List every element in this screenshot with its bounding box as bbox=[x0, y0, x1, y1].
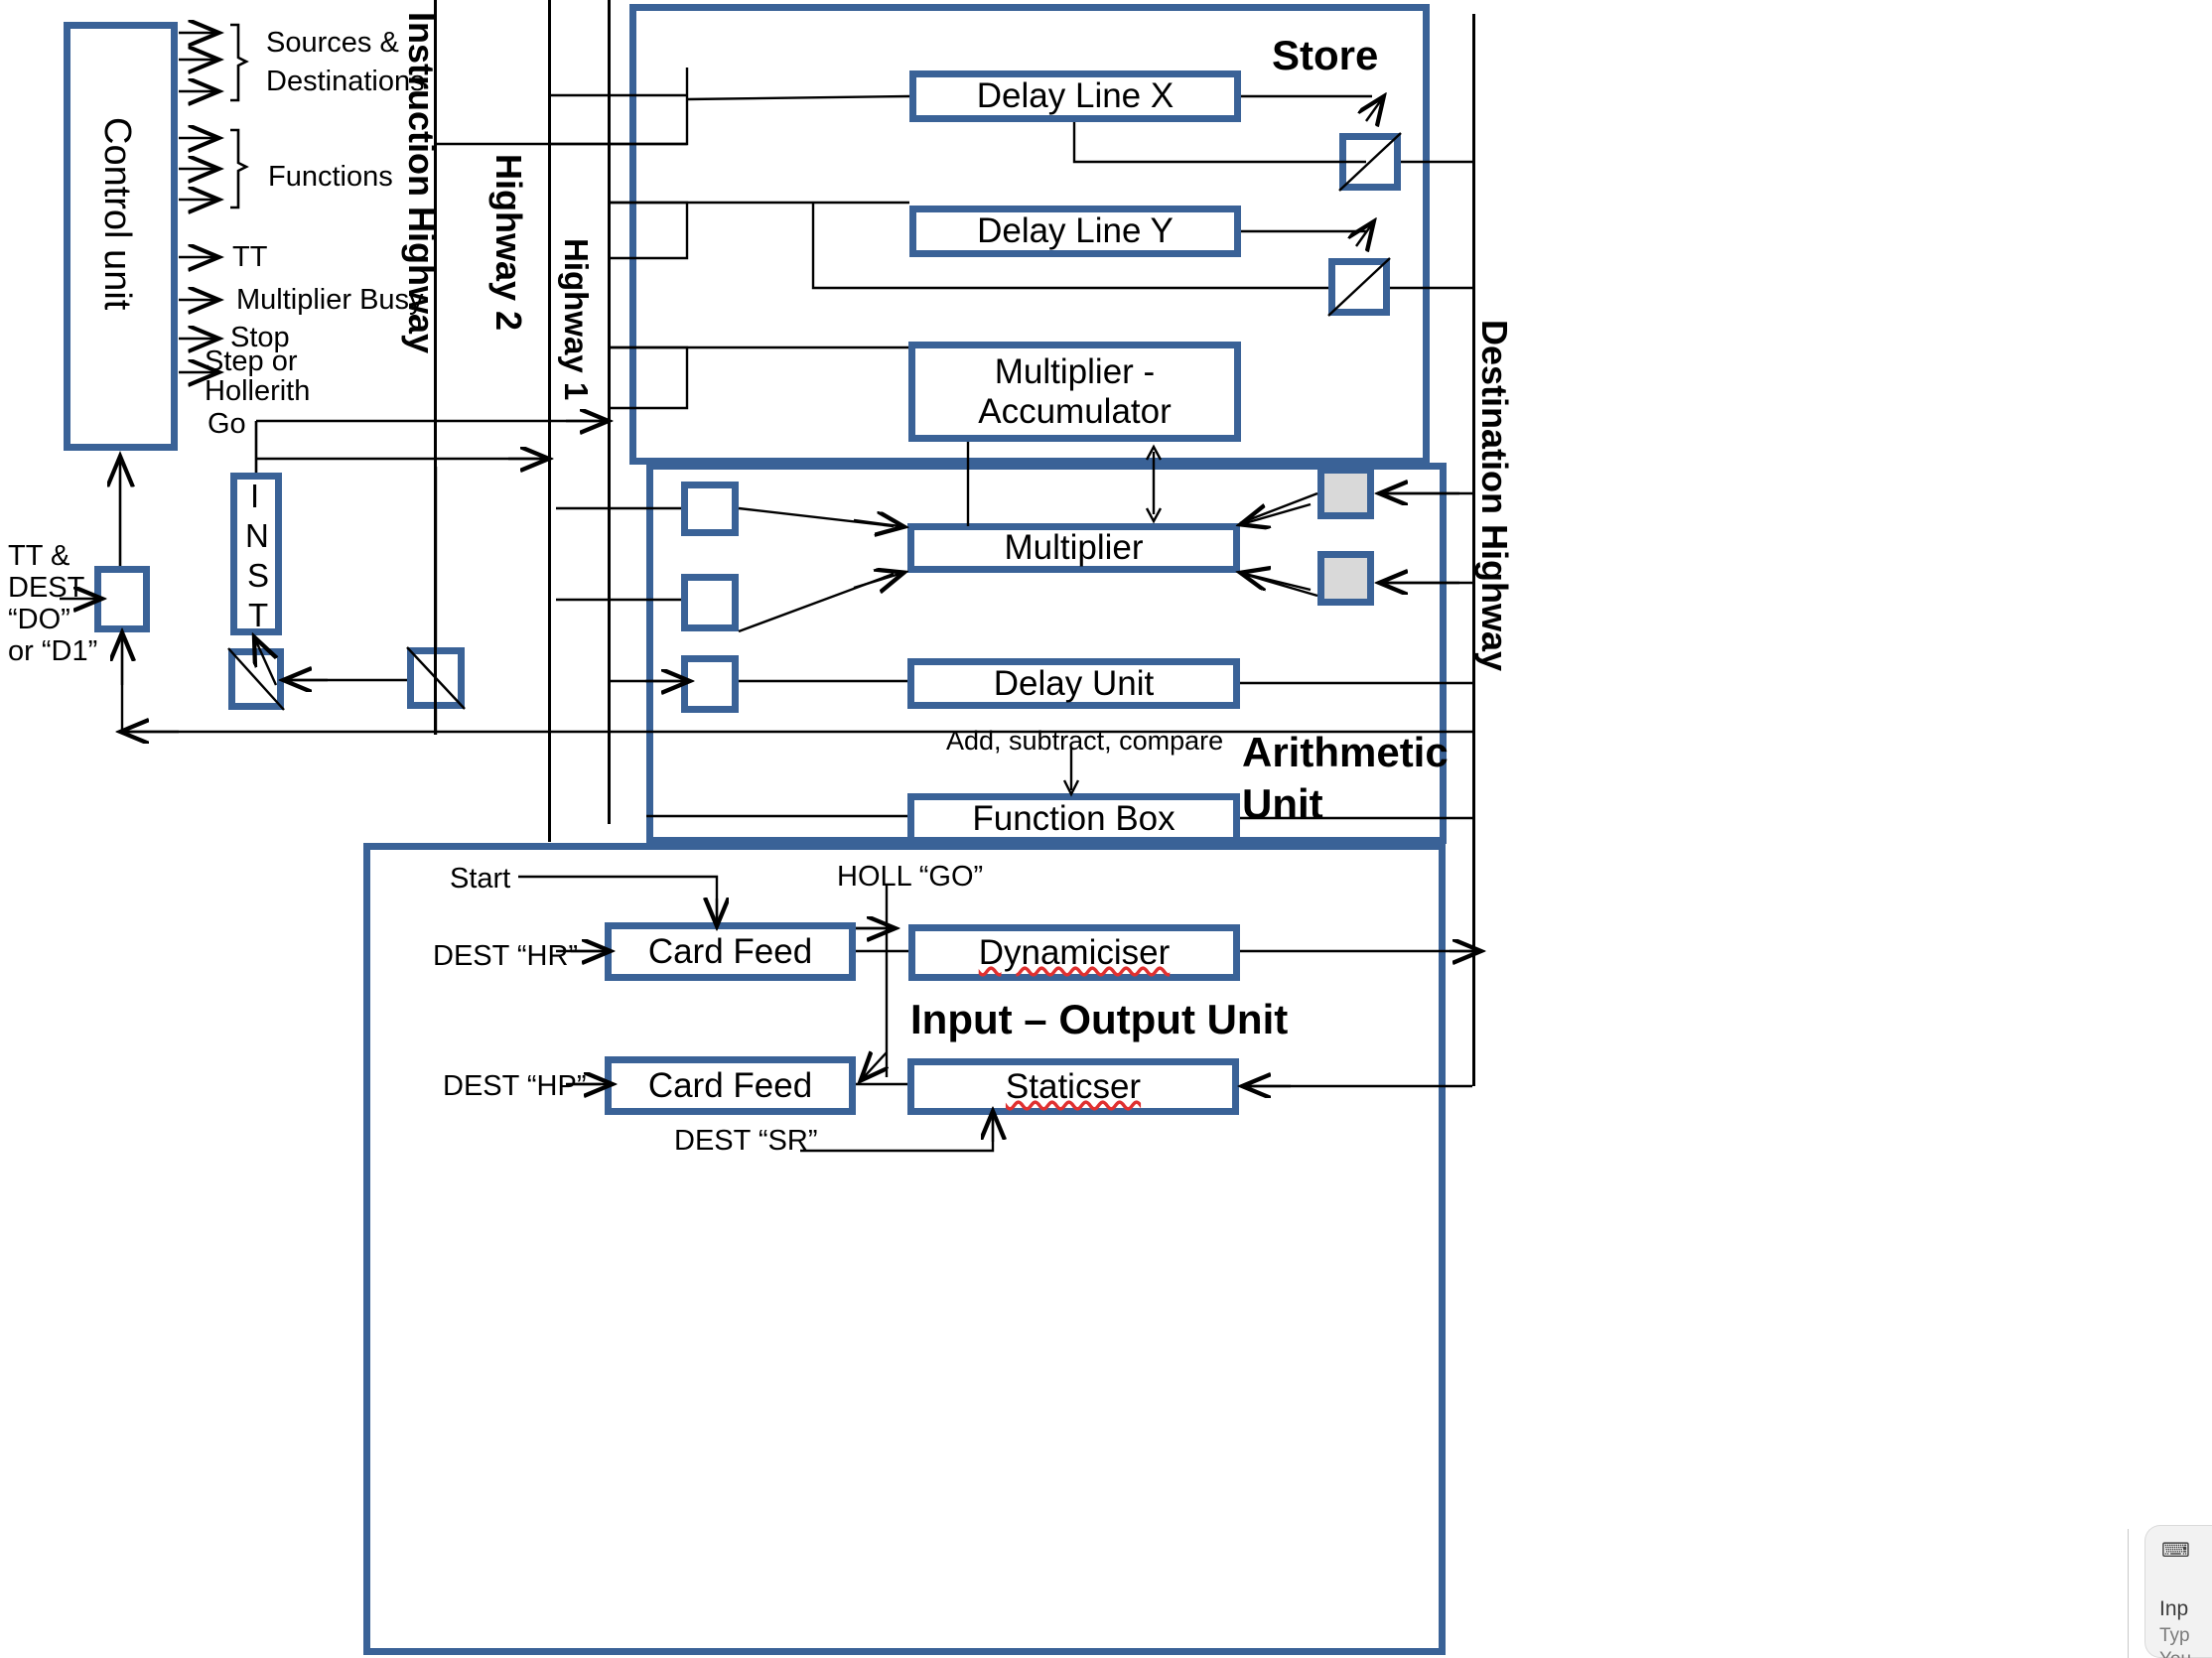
io-holl-go-label: HOLL “GO” bbox=[837, 861, 984, 893]
popup-line-2: You bbox=[2159, 1649, 2191, 1658]
arithmetic-annotation-label: Add, subtract, compare bbox=[946, 726, 1224, 756]
io-dest-hp-label: DEST “HP” bbox=[443, 1070, 587, 1102]
tt-dest-label-line3: “DO” bbox=[8, 604, 70, 635]
input-output-unit-title: Input – Output Unit bbox=[910, 996, 1289, 1042]
staticser-box[interactable]: Staticser bbox=[907, 1058, 1239, 1115]
multiplier-accumulator-label-line1: Multiplier - bbox=[994, 351, 1156, 391]
store-output-gate-y[interactable] bbox=[1328, 258, 1390, 316]
delay-unit-input-gate[interactable] bbox=[681, 655, 739, 713]
control-unit-label: Control unit bbox=[96, 117, 138, 311]
delay-unit-label: Delay Unit bbox=[993, 663, 1155, 703]
tt-dest-label-line4: or “D1” bbox=[8, 635, 98, 667]
io-start-label: Start bbox=[450, 863, 511, 895]
delay-line-y-label: Delay Line Y bbox=[977, 211, 1174, 250]
signal-label-tt: TT bbox=[232, 241, 268, 273]
highway-1-line bbox=[608, 0, 611, 824]
io-dest-sr-label: DEST “SR” bbox=[674, 1125, 818, 1157]
page-edge-hairline bbox=[2128, 1529, 2129, 1658]
card-feed-box-hr[interactable]: Card Feed bbox=[605, 922, 856, 981]
popup-line-1: Typ bbox=[2159, 1625, 2190, 1646]
multiplier-box[interactable]: Multiplier bbox=[907, 523, 1240, 573]
multiplier-accumulator-label-line2: Accumulator bbox=[978, 391, 1172, 431]
signal-label-step-or-hollerith: Step or Hollerith bbox=[205, 345, 311, 408]
delay-unit-box[interactable]: Delay Unit bbox=[907, 658, 1240, 709]
card-feed-hr-label: Card Feed bbox=[647, 931, 813, 971]
inst-letter-t: T bbox=[248, 597, 269, 633]
tt-dest-label-line2: DEST bbox=[8, 572, 85, 604]
card-feed-hp-label: Card Feed bbox=[647, 1065, 813, 1105]
keyboard-settings-icon: ⌨ bbox=[2161, 1540, 2190, 1562]
highway-1-label: Highway 1 bbox=[558, 238, 595, 401]
inst-input-gate-box[interactable] bbox=[228, 648, 284, 710]
delay-line-x-label: Delay Line X bbox=[976, 76, 1175, 115]
multiplier-label: Multiplier bbox=[1004, 528, 1144, 567]
highway-2-label: Highway 2 bbox=[488, 154, 529, 332]
destination-gate-upper[interactable] bbox=[1317, 467, 1374, 519]
staticser-label: Staticser bbox=[1005, 1066, 1142, 1106]
signal-group-label-functions: Functions bbox=[268, 161, 393, 193]
multiplier-accumulator-box[interactable]: Multiplier - Accumulator bbox=[908, 342, 1241, 442]
diagram-canvas: Control unit Sources & Destinations Func… bbox=[0, 0, 2212, 1658]
io-dest-hr-label: DEST “HR” bbox=[433, 940, 579, 972]
destination-gate-lower[interactable] bbox=[1317, 551, 1374, 606]
destination-highway-line bbox=[1472, 14, 1475, 1086]
arithmetic-unit-group bbox=[646, 463, 1447, 844]
card-feed-box-hp[interactable]: Card Feed bbox=[605, 1056, 856, 1115]
tt-dest-label-line1: TT & bbox=[8, 540, 70, 572]
dynamiciser-label: Dynamiciser bbox=[978, 932, 1171, 972]
store-output-gate-x[interactable] bbox=[1339, 133, 1401, 191]
arithmetic-unit-title-line2: Unit bbox=[1242, 780, 1323, 827]
delay-line-x-box[interactable]: Delay Line X bbox=[909, 70, 1241, 122]
instruction-highway-line bbox=[434, 0, 437, 735]
inst-letter-s: S bbox=[247, 557, 270, 594]
multiplier-input-gate-2[interactable] bbox=[681, 574, 739, 631]
inst-letter-i: I bbox=[250, 478, 260, 514]
inst-letter-n: N bbox=[245, 517, 269, 554]
popup-title: Inp bbox=[2159, 1597, 2189, 1620]
store-title: Store bbox=[1272, 32, 1379, 78]
tt-dest-gate-box[interactable] bbox=[94, 566, 150, 632]
signal-label-go: Go bbox=[207, 408, 246, 440]
function-box[interactable]: Function Box bbox=[907, 793, 1240, 844]
dynamiciser-box[interactable]: Dynamiciser bbox=[908, 924, 1240, 981]
delay-line-y-box[interactable]: Delay Line Y bbox=[909, 206, 1241, 257]
function-box-label: Function Box bbox=[972, 798, 1175, 838]
highway-2-line bbox=[548, 0, 551, 842]
signal-label-multiplier-busy: Multiplier Busy bbox=[236, 284, 424, 316]
arithmetic-unit-title-line1: Arithmetic bbox=[1242, 729, 1449, 775]
input-tooltip-popup[interactable]: ⌨ Inp Typ You bbox=[2144, 1525, 2212, 1658]
multiplier-input-gate-1[interactable] bbox=[681, 482, 739, 536]
destination-highway-label: Destination Highway bbox=[1474, 320, 1515, 672]
